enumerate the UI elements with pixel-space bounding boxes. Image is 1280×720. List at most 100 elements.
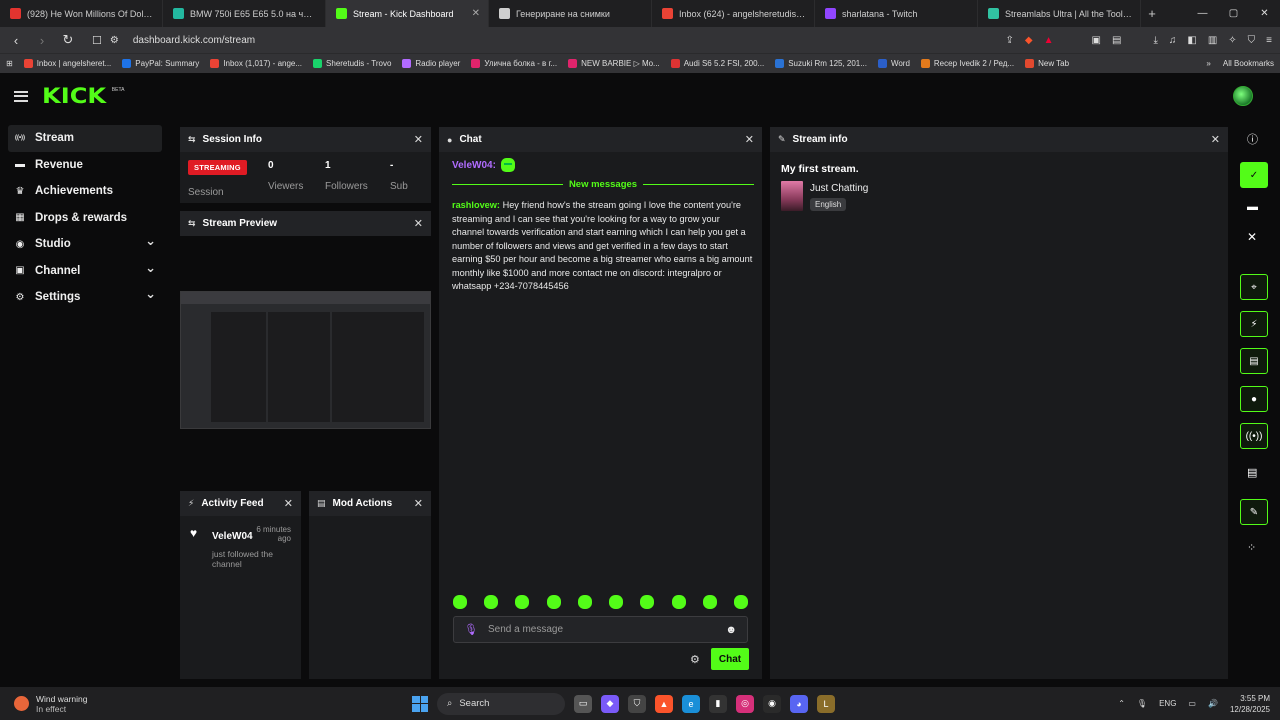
- bookmark-item[interactable]: NEW BARBIE ▷ Mo...: [568, 59, 660, 68]
- sidebar-item-channel[interactable]: ▣ Channel ⌄: [8, 258, 162, 285]
- copilot-icon[interactable]: ◆: [601, 694, 619, 713]
- menu-icon[interactable]: ≡: [1266, 35, 1272, 46]
- rail-broadcast-button[interactable]: ((•)): [1240, 423, 1268, 449]
- all-bookmarks-button[interactable]: All Bookmarks: [1223, 59, 1274, 68]
- bookmark-item[interactable]: Inbox (1,017) - ange...: [210, 59, 302, 68]
- close-chat-icon[interactable]: ✕: [745, 133, 754, 146]
- browser-tab[interactable]: sharlatana - Twitch: [815, 0, 978, 27]
- close-stream-info-icon[interactable]: ✕: [1211, 133, 1220, 146]
- category-name[interactable]: Just Chatting: [810, 183, 868, 194]
- info-icon[interactable]: ⓘ: [1247, 131, 1258, 147]
- sidebar-item-settings[interactable]: ⚙ Settings ⌄: [8, 284, 162, 311]
- brave-shield-icon[interactable]: ◆: [1025, 35, 1033, 46]
- sidebar-item-drops[interactable]: ▦ Drops & rewards: [8, 205, 162, 232]
- browser-tab[interactable]: Stream - Kick Dashboard ✕: [326, 0, 489, 27]
- chevron-down-icon[interactable]: ⌄: [145, 286, 156, 302]
- edge-icon[interactable]: e: [682, 694, 700, 713]
- url-field[interactable]: ☐ ⚙ dashboard.kick.com/stream: [92, 34, 996, 47]
- emote-4-icon[interactable]: [546, 595, 561, 609]
- bookmark-item[interactable]: Suzuki Rm 125, 201...: [775, 59, 867, 68]
- reload-icon[interactable]: ↻: [60, 32, 76, 48]
- bookmark-item[interactable]: Radio player: [402, 59, 460, 68]
- bookmark-item[interactable]: Inbox | angelsheret...: [23, 59, 111, 68]
- emote-10-icon[interactable]: [733, 595, 748, 609]
- bookmark-icon[interactable]: ☐: [92, 34, 102, 47]
- sidebar-item-stream[interactable]: ((•)) Stream: [8, 125, 162, 152]
- share-icon[interactable]: ⇪: [1006, 35, 1014, 46]
- bookmark-item[interactable]: PayPal: Summary: [122, 59, 199, 68]
- close-session-icon[interactable]: ✕: [414, 133, 423, 146]
- wallet2-icon[interactable]: ▥: [1208, 35, 1217, 46]
- hamburger-menu-icon[interactable]: [14, 90, 28, 102]
- clock[interactable]: 3:55 PM 12/28/2025: [1230, 693, 1270, 715]
- rewards-icon[interactable]: ▲: [1044, 35, 1054, 46]
- new-tab-button[interactable]: +: [1141, 0, 1163, 27]
- chat-message-user[interactable]: rashlovew:: [452, 200, 500, 210]
- rail-lightning-button[interactable]: ⚡: [1240, 311, 1268, 337]
- browser-tab[interactable]: (928) He Won Millions Of Dollars And...: [0, 0, 163, 27]
- rail-wrench-button[interactable]: ✎: [1240, 499, 1268, 525]
- back-icon[interactable]: ‹: [8, 33, 24, 48]
- emote-9-icon[interactable]: [702, 595, 717, 609]
- browser-tab[interactable]: Streamlabs Ultra | All the Tools for Vo.…: [978, 0, 1141, 27]
- more-bookmarks-icon[interactable]: »: [1206, 59, 1210, 68]
- sidebar-toggle-icon[interactable]: ◧: [1187, 35, 1196, 46]
- discord-icon[interactable]: ◕: [790, 694, 808, 713]
- chat-settings-icon[interactable]: ⚙: [690, 653, 700, 666]
- check-button[interactable]: ✓: [1240, 162, 1268, 188]
- taskbar-search[interactable]: ⌕ Search: [437, 692, 565, 715]
- bookmark-item[interactable]: Word: [877, 59, 910, 68]
- emote-5-icon[interactable]: [577, 595, 592, 609]
- rail-more-icon[interactable]: ⁘: [1247, 541, 1256, 554]
- emote-3-icon[interactable]: [515, 595, 530, 609]
- bookmark-item[interactable]: Sheretudis - Trovo: [313, 59, 391, 68]
- windows-start-icon[interactable]: [412, 695, 428, 712]
- browser-tab[interactable]: BMW 750i E65 E65 5.0 на части 7 se...: [163, 0, 326, 27]
- sidebar-item-studio[interactable]: ◉ Studio ⌄: [8, 231, 162, 258]
- user-avatar[interactable]: [1233, 86, 1253, 106]
- emoji-picker-icon[interactable]: ☻: [725, 624, 737, 636]
- bookmark-item[interactable]: Audi S6 5.2 FSI, 200...: [670, 59, 764, 68]
- kick-logo[interactable]: KICK: [42, 84, 106, 108]
- mic-icon[interactable]: 🎙: [464, 623, 478, 636]
- language-indicator[interactable]: ENG: [1159, 699, 1176, 708]
- volume-icon[interactable]: 🔊: [1208, 699, 1218, 708]
- chevron-down-icon[interactable]: ⌄: [145, 233, 156, 249]
- emote-8-icon[interactable]: [671, 595, 686, 609]
- rail-focus-button[interactable]: ⌖: [1240, 274, 1268, 300]
- maximize-icon[interactable]: ▢: [1218, 0, 1249, 27]
- sidebar-item-revenue[interactable]: ▬ Revenue: [8, 152, 162, 179]
- obs-icon[interactable]: ◉: [763, 694, 781, 713]
- download-icon[interactable]: ⤓: [1153, 35, 1157, 46]
- mic-tray-icon[interactable]: 🎙: [1137, 699, 1147, 708]
- layout-icon[interactable]: ▬: [1247, 201, 1258, 213]
- browser-tab[interactable]: Inbox (624) - angelsheretudis@gmail...: [652, 0, 815, 27]
- wallet-icon[interactable]: ▤: [1112, 35, 1121, 46]
- leo-icon[interactable]: ✧: [1228, 35, 1236, 46]
- tray-expand-icon[interactable]: ⌃: [1118, 699, 1125, 708]
- shield-icon[interactable]: ⛉: [628, 694, 646, 713]
- chat-input[interactable]: 🎙 Send a message ☻: [453, 616, 748, 643]
- brave-icon[interactable]: ▲: [655, 694, 673, 713]
- emote-2-icon[interactable]: [484, 595, 499, 609]
- close-activity-icon[interactable]: ✕: [284, 497, 293, 510]
- vpn-icon[interactable]: ⛉: [1248, 35, 1256, 46]
- close-mod-icon[interactable]: ✕: [414, 497, 423, 510]
- bookmark-item[interactable]: New Tab: [1025, 59, 1069, 68]
- bookmark-item[interactable]: Улична болка - в г...: [471, 59, 557, 68]
- terminal-icon[interactable]: ▮: [709, 694, 727, 713]
- rail-chat-button[interactable]: ●: [1240, 386, 1268, 412]
- weather-widget[interactable]: Wind warning In effect: [0, 694, 150, 714]
- instagram-icon[interactable]: ◎: [736, 694, 754, 713]
- close-window-icon[interactable]: ✕: [1249, 0, 1280, 27]
- league-icon[interactable]: L: [817, 694, 835, 713]
- network-icon[interactable]: ▭: [1188, 699, 1196, 708]
- forward-icon[interactable]: ›: [34, 33, 50, 48]
- emote-1-icon[interactable]: [453, 595, 467, 609]
- file-explorer-icon[interactable]: ▭: [574, 694, 592, 713]
- rail-notes-button[interactable]: ▤: [1240, 348, 1268, 374]
- close-preview-icon[interactable]: ✕: [414, 217, 423, 230]
- bookmark-item[interactable]: Recep Ivedik 2 / Ред...: [920, 59, 1014, 68]
- sidebar-item-achievements[interactable]: ♛ Achievements: [8, 178, 162, 205]
- music-icon[interactable]: ♫: [1169, 35, 1177, 46]
